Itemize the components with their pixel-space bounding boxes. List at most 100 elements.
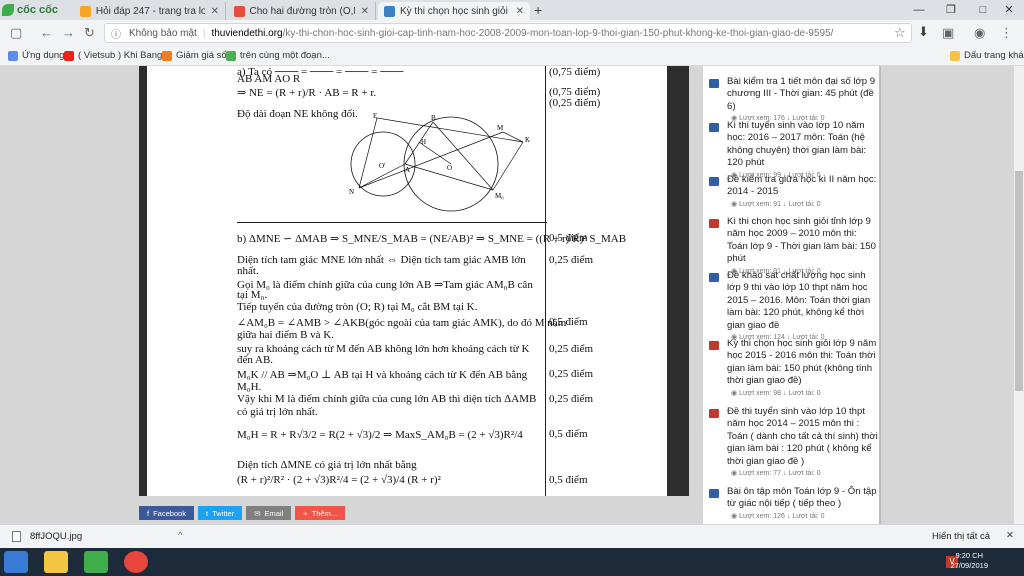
document-line: ⇒ NE = (R + r)/R · AB = R + r. bbox=[237, 87, 377, 99]
document-line: M₀H = R + R√3/2 = R(2 + √3)/2 ⇒ MaxS_AM₀… bbox=[237, 429, 523, 441]
email-share-button[interactable]: ✉ Email bbox=[246, 506, 292, 520]
label-M0: M₀ bbox=[495, 192, 504, 200]
doc-title[interactable]: Kì thi chọn học sinh giỏi tỉnh lớp 9 năm… bbox=[727, 216, 879, 266]
eye-icon: ◉ bbox=[731, 200, 740, 208]
bookmark-doan[interactable]: trên cùng một đoạn... bbox=[226, 50, 330, 61]
label-N: N bbox=[349, 188, 354, 196]
close-tab-icon[interactable]: ✕ bbox=[205, 6, 219, 17]
document-line: tại M₀. bbox=[237, 289, 268, 301]
doc-title[interactable]: Đề thi tuyển sinh vào lớp 10 thpt năm họ… bbox=[727, 406, 879, 468]
label-B: B bbox=[431, 114, 436, 122]
label-M: M bbox=[497, 124, 504, 132]
plus-icon: + bbox=[303, 508, 308, 518]
document-icon bbox=[709, 409, 719, 418]
favicon-icon bbox=[80, 5, 91, 17]
back-icon[interactable]: ← bbox=[40, 25, 53, 40]
new-tab-icon[interactable]: + bbox=[534, 2, 542, 18]
favicon-icon bbox=[234, 5, 245, 17]
tab-strip: cốc cốc Hỏi đáp 247 - trang tra loi ✕ Ch… bbox=[0, 0, 1024, 20]
address-bar[interactable]: ⓘ Không bảo mật | thuviendethi.org/ky-th… bbox=[104, 23, 912, 43]
document-line: M₀H. bbox=[237, 381, 262, 393]
document-line: nhất. bbox=[237, 265, 259, 277]
score-cell: (0,25 điểm) bbox=[549, 97, 601, 109]
tag-icon bbox=[162, 50, 172, 61]
show-all-downloads[interactable]: Hiển thị tất cả bbox=[932, 531, 990, 542]
label-E: E bbox=[373, 112, 377, 120]
coccoc-logo[interactable]: cốc cốc bbox=[2, 2, 58, 18]
profile-icon[interactable]: ◉ bbox=[974, 25, 985, 41]
folder-icon bbox=[950, 50, 960, 61]
eye-icon: ◉ bbox=[731, 470, 740, 477]
url-text[interactable]: thuviendethi.org/ky-thi-chon-hoc-sinh-gi… bbox=[211, 28, 833, 39]
info-icon[interactable]: ⓘ bbox=[111, 26, 121, 41]
coccoc-icon[interactable] bbox=[84, 551, 108, 573]
bookmark-star-icon[interactable]: ☆ bbox=[894, 25, 906, 41]
document-icon bbox=[709, 177, 719, 186]
document-line: AB AM AO R bbox=[237, 73, 301, 85]
document-line: Diện tích ΔMNE có giá trị lớn nhất bằng bbox=[237, 459, 417, 471]
document-icon bbox=[709, 219, 719, 228]
tab-duong-tron[interactable]: Cho hai đường tròn (O,R) và (O',r) ✕ bbox=[228, 2, 376, 20]
doc-meta: ◉ Lượt xem: 126 ↓ Lượt tải: 0 bbox=[731, 512, 825, 520]
navigation-bar: ▢ ← → ↻ ⓘ Không bảo mật | thuviendethi.o… bbox=[0, 20, 1024, 46]
restore-icon[interactable]: ❐ bbox=[936, 0, 966, 20]
favicon-icon bbox=[384, 5, 395, 17]
score-cell: 0,5 điểm bbox=[549, 316, 588, 328]
doc-title[interactable]: Bài kiểm tra 1 tiết môn đại số lớp 9 chư… bbox=[727, 76, 879, 113]
close-tab-icon[interactable]: ✕ bbox=[510, 6, 524, 17]
score-cell: 0,5 điểm bbox=[549, 474, 588, 486]
leaf-icon bbox=[2, 4, 14, 16]
geometry-figure: E B M K H O' A O N M₀ bbox=[349, 112, 530, 212]
bookmark-giam-gia[interactable]: Giảm giá sốc bbox=[162, 50, 231, 61]
twitter-share-button[interactable]: t Twitter bbox=[198, 506, 243, 520]
scroll-thumb[interactable] bbox=[1015, 171, 1023, 391]
file-explorer-icon[interactable] bbox=[44, 551, 68, 573]
document-line: đến AB. bbox=[237, 354, 274, 366]
tab-hoidap[interactable]: Hỏi đáp 247 - trang tra loi ✕ bbox=[74, 2, 226, 20]
security-label[interactable]: Không bảo mật bbox=[129, 28, 197, 39]
bookmark-other[interactable]: Dấu trang khác bbox=[950, 50, 1024, 61]
document-line: suy ra khoảng cách từ M đến AB không lớn… bbox=[237, 343, 530, 355]
download-file[interactable]: 8ffJOQU.jpg bbox=[30, 531, 82, 542]
document-line: Tiếp tuyến của đường tròn (O; R) tại M₀ … bbox=[237, 301, 478, 313]
document-line: Độ dài đoạn NE không đổi. bbox=[237, 108, 358, 120]
score-cell: 0,5 điểm bbox=[549, 428, 588, 440]
doc-title[interactable]: Kì thi tuyển sinh vào lớp 10 năm học: 20… bbox=[727, 120, 879, 170]
eye-icon: ◉ bbox=[731, 512, 740, 520]
doc-title[interactable]: Bài ôn tập môn Toán lớp 9 - Ôn tập từ gi… bbox=[727, 486, 879, 511]
related-docs-sidebar: Bài kiểm tra 1 tiết môn đại số lớp 9 chư… bbox=[703, 66, 879, 524]
close-tab-icon[interactable]: ✕ bbox=[355, 6, 369, 17]
close-icon[interactable]: ✕ bbox=[1006, 530, 1014, 541]
minimize-icon[interactable]: — bbox=[904, 0, 934, 20]
facebook-icon: f bbox=[147, 508, 150, 518]
chrome-icon[interactable] bbox=[124, 551, 148, 573]
doc-title[interactable]: Kỳ thi chọn học sinh giỏi lớp 9 năm học … bbox=[727, 338, 879, 388]
doc-title[interactable]: Đề kiểm tra giữa học kì II năm học: 2014… bbox=[727, 174, 879, 199]
clock[interactable]: 9:20 CH 27/09/2019 bbox=[950, 551, 988, 571]
bookmarks-bar: Ứng dụng ( Vietsub ) Khi Bang... Giảm gi… bbox=[0, 46, 1024, 66]
more-share-button[interactable]: + Thêm... bbox=[295, 506, 346, 520]
chevron-up-icon[interactable]: ^ bbox=[178, 530, 182, 541]
doc-title[interactable]: Đề khảo sát chất lượng học sinh lớp 9 th… bbox=[727, 270, 879, 332]
score-cell: 0,25 điểm bbox=[549, 368, 593, 380]
bookmark-apps[interactable]: Ứng dụng bbox=[8, 50, 64, 61]
tab-ky-thi[interactable]: Kỳ thi chọn học sinh giỏi cấp tỉnh nă ✕ bbox=[378, 2, 530, 20]
bookmark-vietsub[interactable]: ( Vietsub ) Khi Bang... bbox=[64, 50, 170, 61]
sidebar-toggle-icon[interactable]: ▢ bbox=[10, 25, 22, 41]
apps-icon bbox=[8, 50, 18, 61]
document-line: M₀K // AB ⇒M₀O ⊥ AB tại H và khoảng cách… bbox=[237, 369, 528, 381]
label-K: K bbox=[525, 136, 530, 144]
facebook-share-button[interactable]: f Facebook bbox=[139, 506, 195, 520]
menu-icon[interactable]: ⋮ bbox=[1000, 25, 1013, 41]
forward-icon[interactable]: → bbox=[62, 25, 75, 40]
start-icon[interactable] bbox=[4, 551, 28, 573]
doc-meta: ◉ Lượt xem: 77 ↓ Lượt tải: 0 bbox=[731, 470, 821, 477]
page-scrollbar[interactable] bbox=[1014, 66, 1024, 524]
extension-icon[interactable]: ▣ bbox=[942, 25, 954, 41]
document-icon bbox=[709, 489, 719, 498]
globe-icon bbox=[226, 50, 236, 61]
label-O1: O' bbox=[379, 162, 385, 170]
download-icon[interactable]: ⬇ bbox=[918, 24, 929, 40]
reload-icon[interactable]: ↻ bbox=[84, 25, 95, 41]
close-window-icon[interactable]: ✕ bbox=[994, 0, 1024, 20]
